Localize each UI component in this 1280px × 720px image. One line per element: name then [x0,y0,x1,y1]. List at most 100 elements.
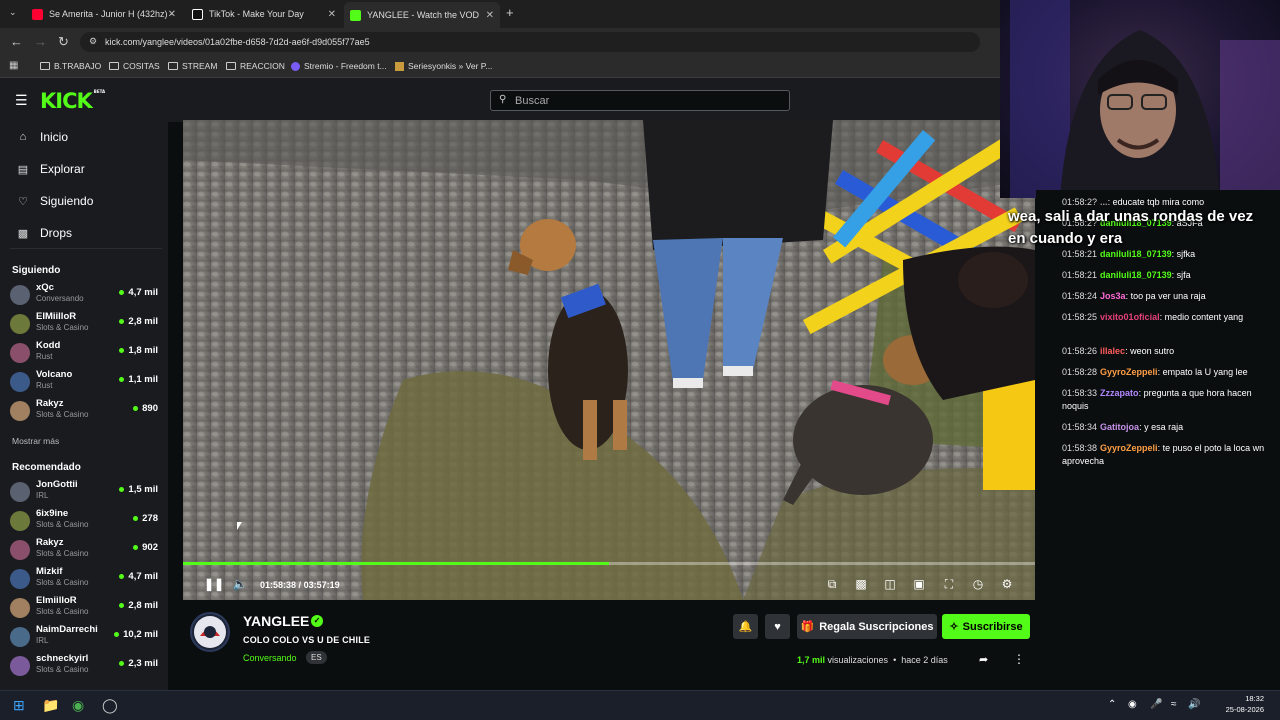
theater-mode-icon[interactable]: ▣ [911,577,927,593]
following-channel-item[interactable]: xQc Conversando 4,7 mil [10,282,160,310]
following-channel-item[interactable]: Volcano Rust 1,1 mil [10,369,160,397]
wifi-tray-icon[interactable]: ≈ [1171,699,1177,710]
live-dot-icon [119,318,125,324]
more-options-icon[interactable]: ⋮ [1013,652,1025,666]
notification-bell-button[interactable]: 🔔 [733,614,758,639]
chat-username[interactable]: illalec [1100,346,1125,356]
subscribe-button[interactable]: ✧ Suscribirse [942,614,1030,639]
chat-text: : sjfa [1171,270,1191,280]
recommended-channel-item[interactable]: Rakyz Slots & Casino 902 [10,537,160,565]
recommended-channel-item[interactable]: 6ix9ine Slots & Casino 278 [10,508,160,536]
close-tab-icon[interactable]: ✕ [168,9,176,20]
chat-username[interactable]: Gatitojoa [1100,422,1139,432]
folder-icon [109,62,119,70]
tab-youtube[interactable]: Se Amerita - Junior H (432hz) - ✕ [26,3,182,25]
system-clock[interactable]: 18:32 25-08-2026 [1226,693,1264,715]
close-tab-icon[interactable]: ✕ [328,9,336,20]
address-bar[interactable]: ⚙ kick.com/yanglee/videos/01a02fbe-d658-… [80,32,980,52]
nav-label: Inicio [40,130,69,144]
channel-avatar[interactable] [190,612,230,652]
speed-icon[interactable]: ◷ [970,577,986,593]
stream-category[interactable]: Conversando [243,653,297,663]
forward-icon[interactable]: → [34,34,47,49]
avatar [10,569,30,589]
pip-icon[interactable]: ⧉ [824,577,840,593]
bookmark-folder-stream[interactable]: STREAM [168,61,217,71]
heart-icon: ♡ [18,195,28,208]
bookmark-seriesyonkis[interactable]: Seriesyonkis » Ver P... [395,61,492,71]
chat-username[interactable]: GyyroZeppeli [1100,367,1158,377]
sidebar-nav-siguiendo[interactable]: ♡ Siguiendo [16,194,93,208]
video-player[interactable] [183,120,1035,600]
sidebar-nav-inicio[interactable]: ⌂ Inicio [16,130,68,144]
volume-icon[interactable]: 🔈 [232,577,248,593]
following-channel-item[interactable]: EIMiilloR Slots & Casino 2,8 mil [10,311,160,339]
live-dot-icon [119,573,125,579]
sidebar-nav-drops[interactable]: ▩ Drops [16,226,72,240]
back-icon[interactable]: ← [10,34,23,49]
apps-grid-icon[interactable]: ▦ [9,60,18,71]
hamburger-menu-icon[interactable]: ☰ [15,92,28,109]
chat-username[interactable]: Jos3a [1100,291,1126,301]
kick-logo[interactable]: KICK BETA [40,89,105,113]
fullscreen-icon[interactable]: ⛶ [941,577,957,593]
viewer-count-text: 890 [142,403,158,414]
bookmark-folder-reaccion[interactable]: REACCION [226,61,285,71]
chat-username[interactable]: Zzzapato [1100,388,1139,398]
chat-message: 01:58:28 GyyroZeppeli: empato la U yang l… [1062,366,1272,379]
chat-username[interactable]: vixito01oficial [1100,312,1160,322]
bookmark-folder-cositas[interactable]: COSITAS [109,61,160,71]
viewer-count-text: 1,8 mil [128,345,158,356]
channel-name: Volcano [36,369,73,380]
channel-name[interactable]: YANGLEE [243,613,309,629]
nav-label: Siguiendo [40,194,94,208]
tab-label: YANGLEE - Watch the VOD [367,10,480,20]
chat-username[interactable]: daniluli18_07139 [1100,249,1172,259]
recommended-channel-item[interactable]: NaimDarrechi IRL 10,2 mil [10,624,160,652]
channel-category: Conversando [36,294,84,303]
windows-start-icon[interactable]: ⊞ [13,697,25,714]
tray-chevron-icon[interactable]: ⌃ [1108,699,1116,710]
follow-heart-button[interactable]: ♥ [765,614,790,639]
app-icon[interactable]: ◯ [102,697,118,714]
seek-bar[interactable] [183,562,1035,565]
following-channel-item[interactable]: Kodd Rust 1,8 mil [10,340,160,368]
file-explorer-icon[interactable]: 📁 [42,697,59,714]
live-dot-icon [119,660,125,666]
bookmark-folder-trabajo[interactable]: B.TRABAJO [40,61,101,71]
recommended-channel-item[interactable]: EImiilloR Slots & Casino 2,8 mil [10,595,160,623]
pause-icon[interactable]: ❚❚ [204,577,224,593]
new-tab-icon[interactable]: + [506,5,514,20]
chat-username[interactable]: daniluli18_07139 [1100,270,1172,280]
webcam-overlay [1000,0,1280,198]
show-more-link[interactable]: Mostrar más [12,436,59,446]
volume-tray-icon[interactable]: 🔊 [1188,699,1200,710]
recommended-channel-item[interactable]: schneckyirl Slots & Casino 2,3 mil [10,653,160,681]
site-info-icon[interactable]: ⚙ [89,36,97,47]
chat-username[interactable]: GyyroZeppeli [1100,443,1158,453]
following-channel-item[interactable]: Rakyz Slots & Casino 890 [10,398,160,426]
tab-kick-active[interactable]: YANGLEE - Watch the VOD ✕ [344,2,500,28]
windows-taskbar: ⊞ 📁 ◉ ◯ ⌃ ◉ 🎤 ≈ 🔊 [0,690,1280,720]
share-icon[interactable]: ➦ [979,653,988,666]
tab-tiktok[interactable]: TikTok - Make Your Day ✕ [186,3,342,25]
tab-list-chevron-icon[interactable]: ⌄ [9,7,17,18]
reload-icon[interactable]: ↻ [58,34,69,50]
clip-icon[interactable]: ▩ [853,577,869,593]
bookmark-stremio[interactable]: Stremio - Freedom t... [291,61,387,71]
live-dot-icon [133,405,139,411]
settings-gear-icon[interactable]: ⚙ [999,577,1015,593]
close-tab-icon[interactable]: ✕ [486,10,494,21]
discord-tray-icon[interactable]: ◉ [1128,699,1137,710]
mic-tray-icon[interactable]: 🎤 [1150,699,1162,710]
channel-logo [194,616,226,648]
recommended-channel-item[interactable]: JonGottii IRL 1,5 mil [10,479,160,507]
subscribe-label: Suscribirse [962,620,1023,633]
sidebar-nav-explorar[interactable]: ▤ Explorar [16,162,85,176]
seek-bar-fill [183,562,609,565]
chat-overlay-icon[interactable]: ◫ [882,577,898,593]
recommended-channel-item[interactable]: Mizkif Slots & Casino 4,7 mil [10,566,160,594]
chrome-icon[interactable]: ◉ [72,697,84,714]
gift-subs-button[interactable]: 🎁 Regala Suscripciones [797,614,937,639]
search-input[interactable]: ⚲ Buscar [490,90,790,111]
